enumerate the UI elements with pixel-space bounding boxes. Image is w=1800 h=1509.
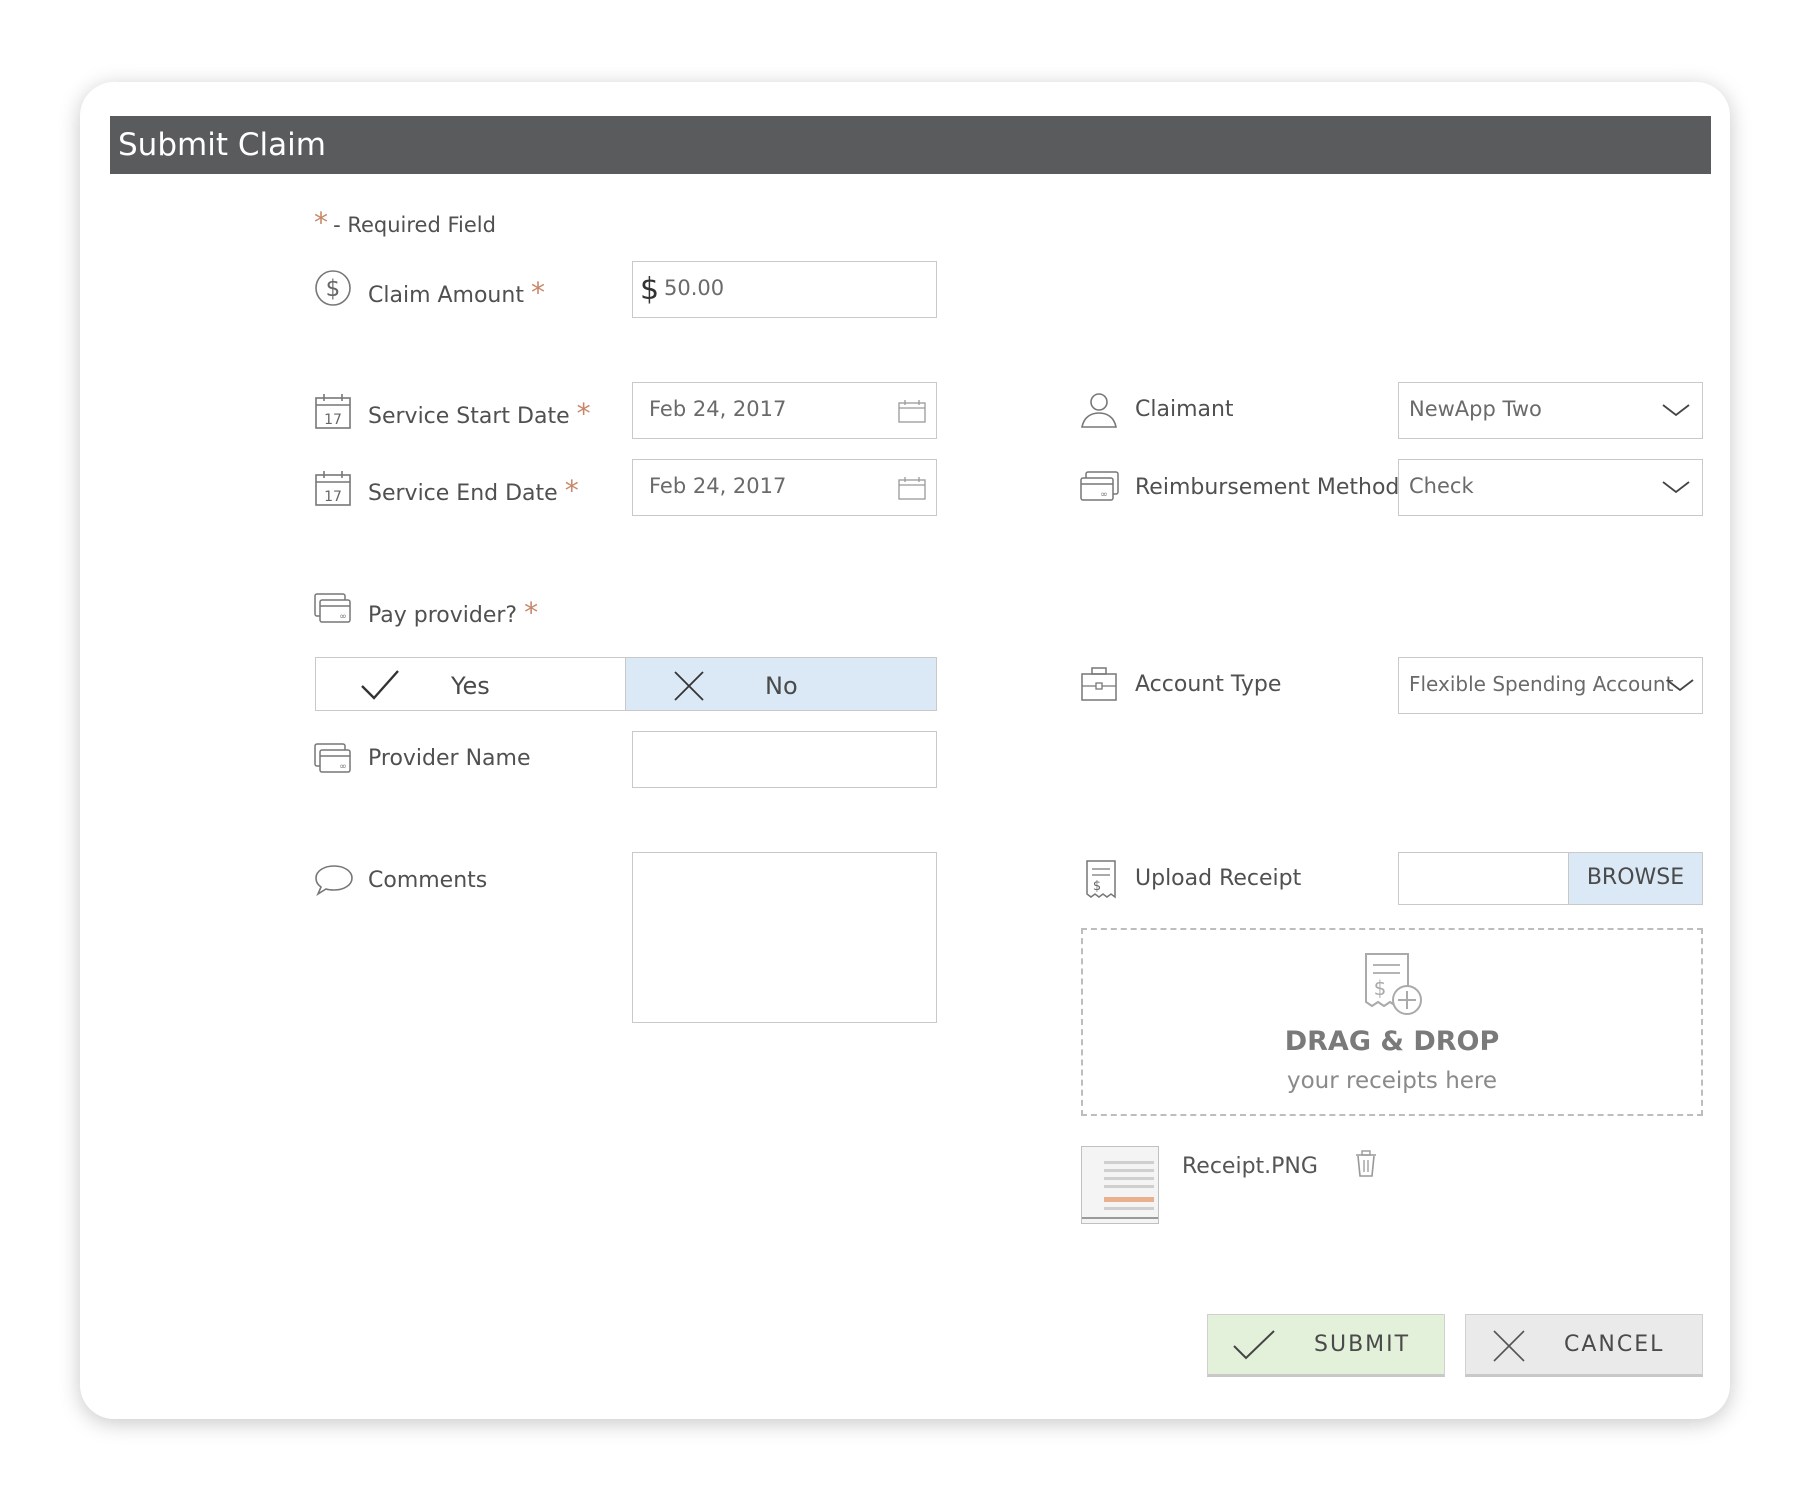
reimbursement-method-select[interactable]: Check [1398, 459, 1703, 516]
calendar-icon: 17 [314, 469, 352, 507]
reimbursement-method-label: Reimbursement Method [1135, 475, 1400, 500]
calendar-icon: 17 [314, 392, 352, 430]
provider-name-label: Provider Name [368, 746, 531, 771]
trash-icon[interactable] [1354, 1150, 1378, 1178]
dialog-title: Submit Claim [110, 116, 1711, 174]
svg-text:∞: ∞ [1100, 490, 1108, 500]
pay-provider-no-label: No [765, 672, 798, 700]
upload-filename-input[interactable] [1398, 852, 1569, 905]
comments-textarea[interactable] [632, 852, 937, 1023]
dollar-icon: $ [314, 269, 352, 307]
comments-label: Comments [368, 868, 488, 893]
required-legend: * - Required Field [314, 206, 496, 239]
pay-provider-yes-option[interactable]: Yes [315, 657, 626, 711]
close-icon [673, 670, 705, 702]
chevron-down-icon [1662, 403, 1690, 417]
claimant-select[interactable]: NewApp Two [1398, 382, 1703, 439]
upload-receipt-label: Upload Receipt [1135, 866, 1302, 891]
pay-provider-yes-label: Yes [451, 672, 490, 700]
browse-button[interactable]: BROWSE [1568, 852, 1703, 905]
date-picker-icon[interactable] [898, 399, 926, 423]
service-start-input[interactable]: Feb 24, 2017 [632, 382, 937, 439]
pay-provider-label: Pay provider? * [368, 596, 539, 629]
date-picker-icon[interactable] [898, 476, 926, 500]
cancel-button[interactable]: CANCEL [1465, 1314, 1703, 1377]
service-end-label: Service End Date * [368, 474, 579, 507]
payment-card-icon: ∞ [314, 592, 352, 624]
claim-amount-label: Claim Amount * [368, 276, 545, 309]
svg-text:17: 17 [324, 412, 342, 428]
service-start-label: Service Start Date * [368, 397, 591, 430]
attachment-filename: Receipt.PNG [1182, 1154, 1318, 1179]
claim-amount-input[interactable]: $ 50.00 [632, 261, 937, 318]
dropzone-title: DRAG & DROP [1284, 1026, 1500, 1057]
checkmark-icon [1232, 1328, 1276, 1362]
svg-text:∞: ∞ [339, 612, 347, 622]
close-icon [1492, 1329, 1526, 1363]
service-end-input[interactable]: Feb 24, 2017 [632, 459, 937, 516]
claim-amount-value: 50.00 [664, 276, 725, 300]
briefcase-icon [1080, 666, 1118, 702]
chevron-down-icon [1662, 480, 1690, 494]
claimant-label: Claimant [1135, 397, 1234, 422]
receipt-icon: $ [1083, 857, 1121, 901]
reimbursement-selected-value: Check [1409, 474, 1474, 498]
svg-text:$: $ [326, 276, 341, 302]
submit-button[interactable]: SUBMIT [1207, 1314, 1445, 1377]
required-legend-text: - Required Field [333, 213, 496, 237]
receipt-dropzone[interactable]: $ DRAG & DROP your receipts here [1081, 928, 1703, 1116]
svg-text:∞: ∞ [339, 762, 347, 772]
required-star: * [314, 206, 328, 239]
provider-name-input[interactable] [632, 731, 937, 788]
add-receipt-icon: $ [1362, 950, 1424, 1018]
chevron-down-icon [1666, 678, 1694, 692]
svg-text:$: $ [1093, 879, 1101, 894]
svg-text:$: $ [1374, 976, 1387, 1000]
account-type-select[interactable]: Flexible Spending Account [1398, 657, 1703, 714]
submit-label: SUBMIT [1314, 1332, 1411, 1357]
currency-symbol: $ [640, 272, 660, 307]
checkmark-icon [360, 668, 400, 702]
cancel-label: CANCEL [1564, 1332, 1665, 1357]
svg-text:17: 17 [324, 489, 342, 505]
payment-card-icon: ∞ [314, 742, 352, 774]
service-start-value: Feb 24, 2017 [649, 397, 787, 421]
pay-provider-no-option[interactable]: No [625, 657, 937, 711]
receipt-thumbnail[interactable] [1081, 1146, 1159, 1224]
check-payment-icon: ∞ [1080, 470, 1120, 504]
account-type-label: Account Type [1135, 672, 1282, 697]
user-icon [1080, 391, 1118, 429]
speech-bubble-icon [314, 863, 354, 897]
account-type-selected-value: Flexible Spending Account [1409, 672, 1674, 696]
claimant-selected-value: NewApp Two [1409, 397, 1542, 421]
dropzone-subtitle: your receipts here [1286, 1068, 1498, 1094]
service-end-value: Feb 24, 2017 [649, 474, 787, 498]
